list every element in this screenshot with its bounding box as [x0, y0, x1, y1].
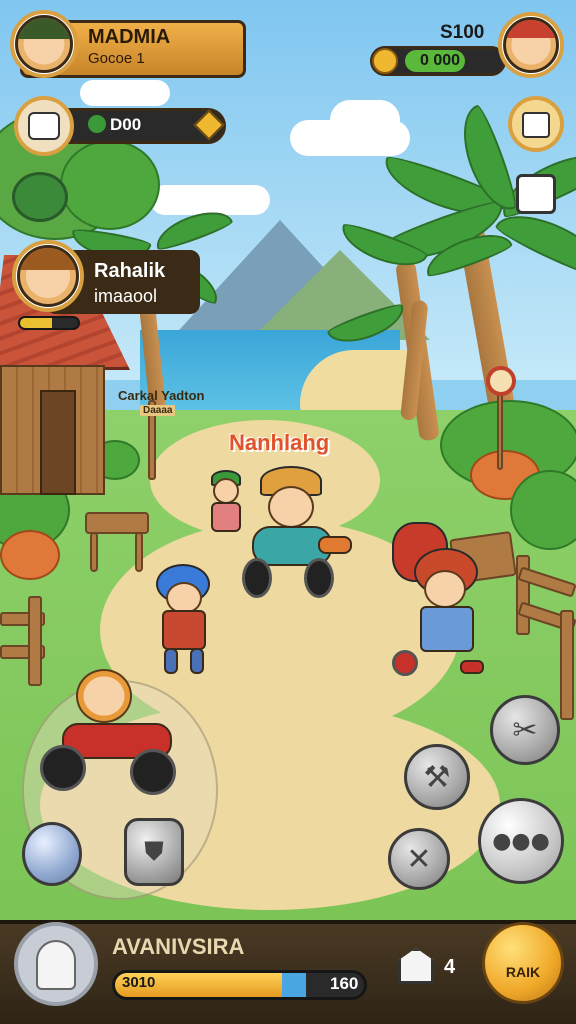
player-subtitle: Gocoe 1: [88, 50, 145, 67]
fence-post: [560, 610, 574, 720]
head: [268, 486, 314, 528]
wheel: [40, 745, 86, 791]
toy-wheel: [392, 650, 418, 676]
shield-button[interactable]: ⛊: [124, 818, 184, 886]
dress: [211, 502, 241, 532]
xp-cap: [282, 973, 307, 997]
wheel: [304, 558, 334, 598]
tree-canopy: [60, 140, 160, 230]
bench-leg: [90, 532, 98, 572]
boy-avatar[interactable]: [15, 15, 73, 73]
circle-button[interactable]: [22, 822, 82, 886]
head: [76, 669, 132, 723]
sign-subtitle: Daaaa: [140, 405, 176, 416]
npc-blue-helmet-kid[interactable]: [150, 560, 230, 680]
sign-post: [497, 390, 503, 470]
tools-icon: ✂: [512, 712, 538, 748]
sign-title: Carkal Yadton: [118, 388, 205, 403]
shop-bag-glyph: [522, 112, 550, 138]
jacket: [162, 610, 206, 650]
wheel: [130, 749, 176, 795]
head: [424, 570, 466, 608]
girl-avatar[interactable]: [503, 17, 559, 73]
round-sign: [486, 366, 516, 396]
shoe: [460, 660, 484, 674]
bottom-player-name: AVANIVSIRA: [112, 934, 245, 959]
npc-progress-fill: [20, 318, 52, 328]
clover-badge-icon[interactable]: [12, 172, 68, 222]
npc-avatar[interactable]: [17, 245, 79, 307]
inventory-count: 4: [444, 956, 456, 978]
wrench-icon: ⚒: [423, 759, 451, 795]
hut-door[interactable]: [40, 390, 76, 495]
player-name: MADMIA: [88, 26, 171, 48]
npc-girl[interactable]: [205, 470, 245, 550]
head: [213, 478, 239, 504]
npc-progress-bar: [18, 316, 80, 330]
cloud: [80, 80, 170, 106]
bench: [85, 512, 149, 534]
cart-cannon: [318, 536, 352, 554]
wheel: [242, 558, 272, 598]
coin-icon: [372, 48, 398, 74]
overalls: [420, 606, 474, 652]
more-button[interactable]: ●●●: [478, 798, 564, 884]
notice-board-icon[interactable]: [516, 174, 556, 214]
cloud: [150, 185, 270, 215]
wrench-button[interactable]: ⚒: [404, 744, 470, 810]
npc-subtitle: imaaool: [94, 286, 158, 306]
npc-red-helmet-kid[interactable]: [380, 520, 500, 690]
npc-name: Rahalik: [94, 260, 166, 282]
flower-bush: [0, 530, 60, 580]
bench-leg: [135, 532, 143, 572]
xp-right-value: 160: [330, 974, 359, 993]
rank-label: RAIK: [505, 964, 541, 980]
player-on-motorcycle[interactable]: [40, 665, 180, 805]
clover-icon: [88, 115, 106, 133]
cancel-icon: ✕: [406, 841, 432, 877]
coin-value: 0 000: [420, 52, 461, 69]
tools-button[interactable]: ✂: [490, 695, 560, 765]
cat-mask-icon: [28, 112, 60, 140]
shield-button-icon: ⛊: [144, 836, 164, 867]
zone-name: Nanhlahg: [229, 430, 330, 455]
currency-value: S100: [440, 22, 485, 43]
cloud: [330, 100, 400, 140]
resource-value: D00: [110, 115, 142, 134]
leg: [190, 648, 204, 674]
more-dots-icon: ●●●: [492, 828, 550, 854]
player-on-cart[interactable]: [240, 462, 360, 602]
profile-silhouette-icon: [36, 940, 76, 990]
xp-left-value: 3010: [122, 974, 156, 991]
cancel-button[interactable]: ✕: [388, 828, 450, 890]
rank-button[interactable]: RAIK: [482, 922, 564, 1004]
